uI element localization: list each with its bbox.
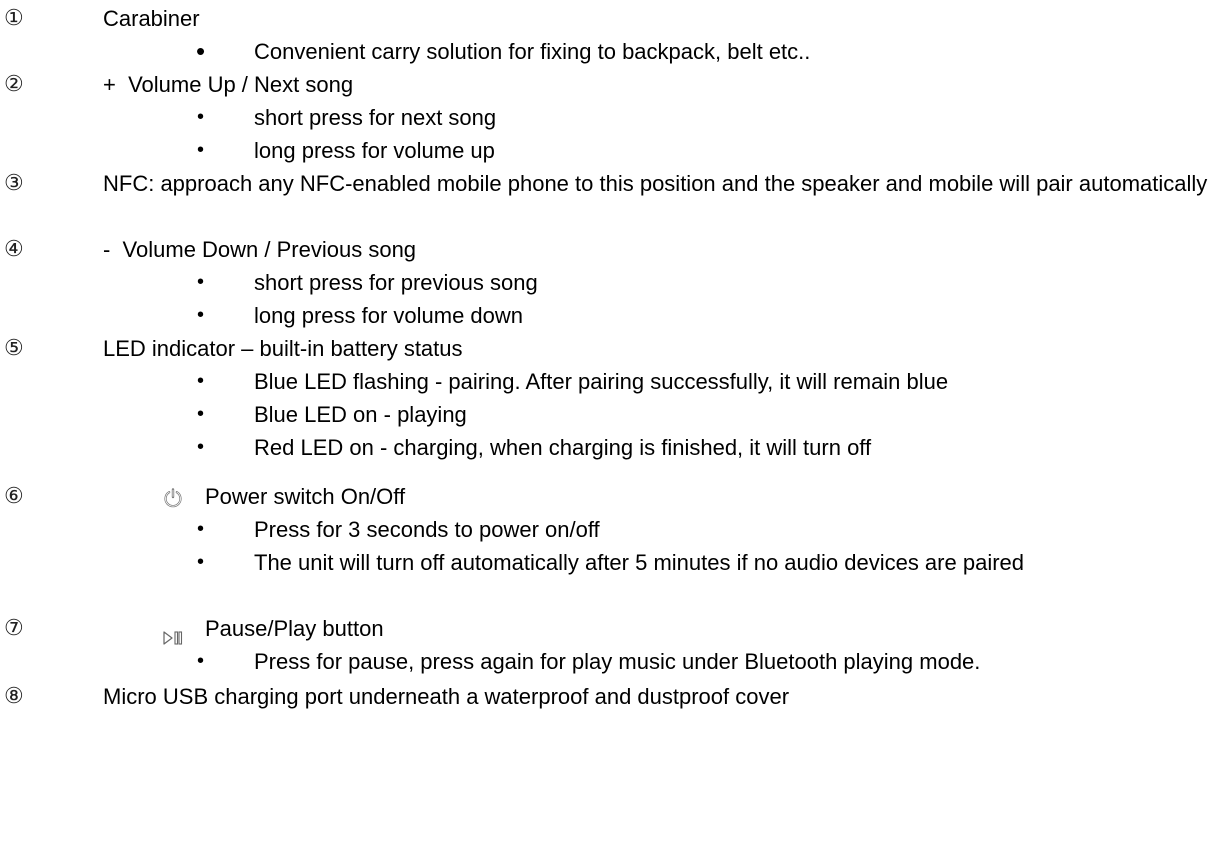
item-number: ① <box>4 6 24 31</box>
item-8-heading: ⑧ Micro USB charging port underneath a w… <box>0 680 1219 713</box>
item-title: - Volume Down / Previous song <box>103 237 417 262</box>
item-2-heading: ② + Volume Up / Next song <box>0 68 1219 101</box>
item-5-bullet-3: • Red LED on - charging, when charging i… <box>0 431 1219 464</box>
item-title: Power switch On/Off <box>205 484 406 509</box>
item-title: NFC: approach any NFC-enabled mobile pho… <box>103 171 1208 196</box>
manual-page: ① Carabiner • Convenient carry solution … <box>0 0 1219 868</box>
item-number: ⑦ <box>4 616 24 641</box>
bullet-glyph: • <box>196 36 206 66</box>
item-number: ③ <box>4 171 24 196</box>
bullet-text: long press for volume up <box>254 138 495 163</box>
item-title: + Volume Up / Next song <box>103 72 354 97</box>
item-number: ② <box>4 72 24 97</box>
bullet-text: short press for previous song <box>254 270 538 295</box>
bullet-text: long press for volume down <box>254 303 524 328</box>
bullet-glyph: • <box>197 106 205 128</box>
bullet-text: Convenient carry solution for fixing to … <box>254 39 811 64</box>
item-4-bullet-2: • long press for volume down <box>0 299 1219 332</box>
item-7-bullet-1: • Press for pause, press again for play … <box>0 645 1219 678</box>
bullet-glyph: • <box>197 370 205 392</box>
bullet-glyph: • <box>197 139 205 161</box>
item-title: Carabiner <box>103 6 200 31</box>
item-7-heading: ⑦ Pause/Play button <box>0 612 1219 645</box>
bullet-glyph: • <box>197 551 205 573</box>
item-5-heading: ⑤ LED indicator – built-in battery statu… <box>0 332 1219 365</box>
bullet-text: Press for pause, press again for play mu… <box>254 649 981 674</box>
power-icon <box>163 484 183 508</box>
bullet-glyph: • <box>197 304 205 326</box>
item-4-heading: ④ - Volume Down / Previous song <box>0 233 1219 266</box>
bullet-text: Blue LED on - playing <box>254 402 467 427</box>
item-title: LED indicator – built-in battery status <box>103 336 463 361</box>
item-2-bullet-2: • long press for volume up <box>0 134 1219 167</box>
bullet-text: short press for next song <box>254 105 497 130</box>
item-title: Micro USB charging port underneath a wat… <box>103 684 790 709</box>
item-number: ⑤ <box>4 336 24 361</box>
item-5-bullet-1: • Blue LED flashing - pairing. After pai… <box>0 365 1219 398</box>
play-pause-icon <box>163 621 183 645</box>
bullet-text: Press for 3 seconds to power on/off <box>254 517 600 542</box>
bullet-glyph: • <box>197 436 205 458</box>
item-4-bullet-1: • short press for previous song <box>0 266 1219 299</box>
item-3-heading: ③ NFC: approach any NFC-enabled mobile p… <box>0 167 1219 233</box>
item-1-bullet-1: • Convenient carry solution for fixing t… <box>0 35 1219 68</box>
item-6-bullet-2: • The unit will turn off automatically a… <box>0 546 1219 612</box>
item-title: Pause/Play button <box>205 616 384 641</box>
item-6-bullet-1: • Press for 3 seconds to power on/off <box>0 513 1219 546</box>
bullet-text: The unit will turn off automatically aft… <box>254 550 1024 575</box>
bullet-text: Blue LED flashing - pairing. After pairi… <box>254 369 949 394</box>
item-2-bullet-1: • short press for next song <box>0 101 1219 134</box>
bullet-glyph: • <box>197 518 205 540</box>
item-number: ④ <box>4 237 24 262</box>
item-1-heading: ① Carabiner <box>0 2 1219 35</box>
bullet-glyph: • <box>197 650 205 672</box>
bullet-glyph: • <box>197 403 205 425</box>
item-6-heading: ⑥ Power switch On/Off <box>0 480 1219 513</box>
item-number: ⑧ <box>4 684 24 709</box>
item-number: ⑥ <box>4 484 24 509</box>
item-5-bullet-2: • Blue LED on - playing <box>0 398 1219 431</box>
bullet-text: Red LED on - charging, when charging is … <box>254 435 872 460</box>
bullet-glyph: • <box>197 271 205 293</box>
